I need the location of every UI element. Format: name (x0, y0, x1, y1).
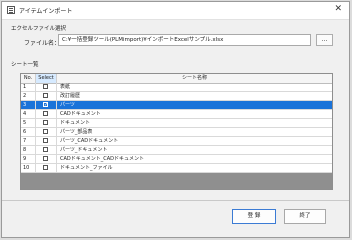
sheet-name-cell: パーツ_CADドキュメント (60, 138, 119, 144)
sheet-section-heading: シート一覧 (11, 62, 39, 68)
select-cell[interactable] (36, 155, 57, 163)
sheet-name-cell: パーツ_ドキュメント (60, 147, 108, 153)
table-row[interactable]: 1 表紙 (21, 83, 332, 92)
sheet-name-cell: 表紙 (60, 84, 71, 90)
select-cell[interactable] (36, 119, 57, 127)
select-checkbox[interactable] (43, 84, 48, 89)
footer-divider (2, 200, 349, 201)
table-row[interactable]: 5 ドキュメント (21, 119, 332, 128)
browse-button[interactable]: ... (316, 34, 333, 46)
file-name-label: ファイル名： (24, 40, 61, 47)
table-row[interactable]: 3 パーツ (21, 101, 332, 110)
sheet-name-cell: CADドキュメント (60, 111, 101, 117)
select-checkbox[interactable] (43, 165, 48, 170)
app-icon (7, 6, 15, 14)
sheet-name-cell: パーツ (60, 102, 75, 108)
file-section-heading: エクセルファイル選択 (11, 26, 67, 32)
grid-empty-area (21, 173, 332, 189)
select-cell[interactable] (36, 83, 57, 91)
row-number: 7 (21, 137, 36, 145)
sheet-name-cell: CADドキュメント_CADドキュメント (60, 156, 145, 162)
table-row[interactable]: 7 パーツ_CADドキュメント (21, 137, 332, 146)
row-number: 6 (21, 128, 36, 136)
select-cell[interactable] (36, 146, 57, 154)
select-checkbox[interactable] (43, 120, 48, 125)
select-checkbox[interactable] (43, 111, 48, 116)
select-checkbox[interactable] (43, 101, 48, 109)
sheet-name-cell: 改訂履歴 (60, 93, 81, 99)
select-cell[interactable] (36, 164, 57, 172)
select-checkbox[interactable] (43, 147, 48, 152)
select-checkbox[interactable] (43, 93, 48, 98)
table-row[interactable]: 2 改訂履歴 (21, 92, 332, 101)
row-number: 10 (21, 164, 36, 172)
file-path-input[interactable]: C:¥一括登録ツール(PLMimport)¥インポートExcelサンプル.xls… (58, 34, 311, 46)
select-cell[interactable] (36, 92, 57, 100)
row-number: 5 (21, 119, 36, 127)
table-row[interactable]: 6 パーツ_部品表 (21, 128, 332, 137)
row-number: 3 (21, 101, 36, 109)
table-row[interactable]: 4 CADドキュメント (21, 110, 332, 119)
row-number: 8 (21, 146, 36, 154)
row-number: 1 (21, 83, 36, 91)
row-number: 4 (21, 110, 36, 118)
row-number: 2 (21, 92, 36, 100)
close-icon[interactable]: ✕ (334, 4, 342, 14)
sheet-name-cell: ドキュメント_ファイル (60, 165, 113, 171)
sheet-name-cell: ドキュメント (60, 120, 91, 126)
column-header-select[interactable]: Select (36, 74, 57, 83)
exit-button[interactable]: 終了 (284, 209, 326, 224)
select-cell[interactable] (36, 128, 57, 136)
import-dialog: アイテムインポート ✕ エクセルファイル選択 ファイル名： C:¥一括登録ツール… (1, 1, 350, 238)
window-title: アイテムインポート (19, 8, 73, 15)
sheet-grid[interactable]: No. Select シート名称 1 表紙 2 改訂履歴 3 パーツ 4 CADドキュメント 5… (20, 73, 333, 190)
select-cell[interactable] (36, 110, 57, 118)
sheet-name-cell: パーツ_部品表 (60, 129, 93, 135)
row-number: 9 (21, 155, 36, 163)
register-button[interactable]: 登 録 (232, 209, 276, 224)
table-row[interactable]: 10 ドキュメント_ファイル (21, 164, 332, 173)
column-header-sheet-name[interactable]: シート名称 (57, 74, 332, 83)
table-row[interactable]: 8 パーツ_ドキュメント (21, 146, 332, 155)
select-checkbox[interactable] (43, 129, 48, 134)
select-checkbox[interactable] (43, 156, 48, 161)
title-bar: アイテムインポート ✕ (2, 2, 349, 20)
table-row[interactable]: 9 CADドキュメント_CADドキュメント (21, 155, 332, 164)
column-header-no[interactable]: No. (21, 74, 36, 83)
select-cell[interactable] (36, 137, 57, 145)
select-checkbox[interactable] (43, 138, 48, 143)
select-cell[interactable] (36, 101, 57, 109)
